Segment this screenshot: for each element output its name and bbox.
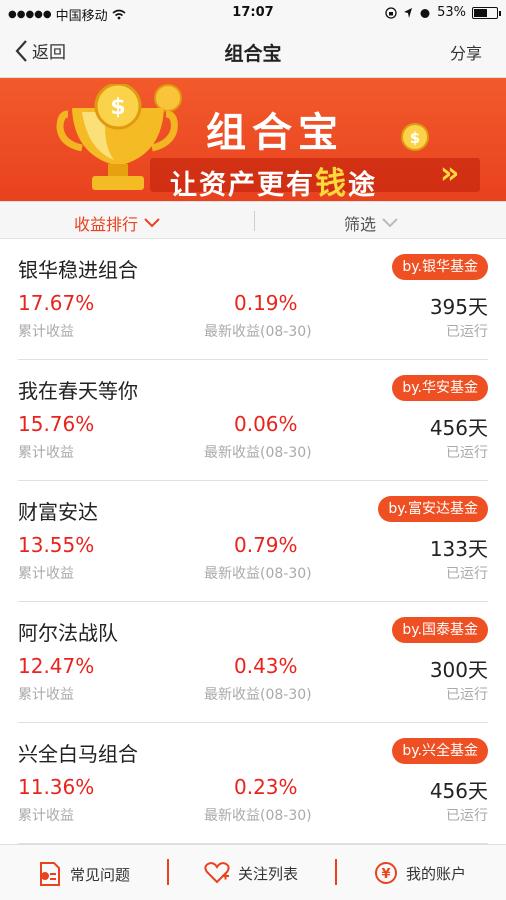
tab-divider xyxy=(167,859,169,885)
latest-label: 最新收益(08-30) xyxy=(204,566,312,582)
svg-text:$: $ xyxy=(110,95,125,120)
running-days: 395天 xyxy=(429,295,488,319)
latest-return: 0.79% xyxy=(234,533,298,557)
slogan-post: 途 xyxy=(348,170,377,201)
filter-bar: 收益排行 筛选 xyxy=(0,201,506,239)
list-item[interactable]: 财富安达 by.富安达基金 13.55% 累计收益 0.79% 最新收益(08-… xyxy=(18,481,488,602)
list-item[interactable]: 兴全白马组合 by.兴全基金 11.36% 累计收益 0.23% 最新收益(08… xyxy=(18,723,488,844)
sort-label: 收益排行 xyxy=(74,215,139,234)
double-arrow-icon: » xyxy=(440,156,460,191)
tab-faq-label: 常见问题 xyxy=(70,865,131,884)
chevron-down-icon xyxy=(144,218,160,228)
latest-label: 最新收益(08-30) xyxy=(204,808,312,824)
cumulative-return: 13.55% xyxy=(18,533,95,557)
page-title: 组合宝 xyxy=(224,43,282,65)
running-days: 300天 xyxy=(429,658,488,682)
slogan-pre: 让资产更有 xyxy=(170,170,315,201)
alarm-icon xyxy=(420,8,430,18)
latest-return: 0.23% xyxy=(234,775,298,799)
cumulative-label: 累计收益 xyxy=(18,687,74,703)
battery-percent: 53% xyxy=(437,5,466,20)
heart-plus-icon xyxy=(204,862,230,884)
filter-divider xyxy=(254,211,255,231)
cumulative-label: 累计收益 xyxy=(18,445,74,461)
status-icons: 53% xyxy=(385,5,501,20)
banner-title: 组合宝 xyxy=(206,110,344,156)
fund-badge: by.国泰基金 xyxy=(392,617,488,643)
tab-account[interactable]: ¥ 我的账户 xyxy=(374,861,466,885)
banner-slogan: 让资产更有钱途 xyxy=(170,158,377,201)
fund-badge: by.兴全基金 xyxy=(392,738,488,764)
bottom-tab-bar: 常见问题 关注列表 ¥ 我的账户 xyxy=(0,844,506,900)
cumulative-return: 12.47% xyxy=(18,654,95,678)
latest-label: 最新收益(08-30) xyxy=(204,687,312,703)
tab-watchlist-label: 关注列表 xyxy=(238,864,299,883)
screen-label: 筛选 xyxy=(344,215,377,234)
cumulative-label: 累计收益 xyxy=(18,808,74,824)
latest-return: 0.43% xyxy=(234,654,298,678)
running-days: 456天 xyxy=(429,779,488,803)
chevron-down-icon xyxy=(382,218,398,228)
portfolio-name: 银华稳进组合 xyxy=(18,258,138,282)
cumulative-label: 累计收益 xyxy=(18,566,74,582)
fund-badge: by.富安达基金 xyxy=(378,496,488,522)
share-button[interactable]: 分享 xyxy=(450,40,482,64)
portfolio-list: 银华稳进组合 by.银华基金 17.67% 累计收益 0.19% 最新收益(08… xyxy=(0,239,506,844)
running-label: 已运行 xyxy=(446,687,488,703)
running-days: 456天 xyxy=(429,416,488,440)
list-item[interactable]: 我在春天等你 by.华安基金 15.76% 累计收益 0.06% 最新收益(08… xyxy=(18,360,488,481)
running-days: 133天 xyxy=(429,537,488,561)
running-label: 已运行 xyxy=(446,808,488,824)
document-question-icon xyxy=(40,862,60,886)
sort-dropdown[interactable]: 收益排行 xyxy=(74,211,160,235)
running-label: 已运行 xyxy=(446,324,488,340)
tab-watchlist[interactable]: 关注列表 xyxy=(204,861,298,885)
status-bar: ●●●●● 中国移动 17:07 53% xyxy=(0,0,506,26)
cumulative-return: 15.76% xyxy=(18,412,95,436)
latest-return: 0.19% xyxy=(234,291,298,315)
portfolio-name: 阿尔法战队 xyxy=(18,621,118,645)
tab-faq[interactable]: 常见问题 xyxy=(38,861,130,887)
running-label: 已运行 xyxy=(446,445,488,461)
screen-dropdown[interactable]: 筛选 xyxy=(344,211,398,235)
latest-label: 最新收益(08-30) xyxy=(204,324,312,340)
coin-icon: $ xyxy=(401,123,429,151)
running-label: 已运行 xyxy=(446,566,488,582)
cumulative-return: 11.36% xyxy=(18,775,95,799)
latest-return: 0.06% xyxy=(234,412,298,436)
yen-coin-icon: ¥ xyxy=(375,862,397,884)
slogan-highlight: 钱 xyxy=(315,166,348,201)
list-item[interactable]: 阿尔法战队 by.国泰基金 12.47% 累计收益 0.43% 最新收益(08-… xyxy=(18,602,488,723)
battery-icon xyxy=(472,6,501,19)
cumulative-return: 17.67% xyxy=(18,291,95,315)
latest-label: 最新收益(08-30) xyxy=(204,445,312,461)
nav-bar: 返回 组合宝 分享 xyxy=(0,26,506,78)
list-item[interactable]: 银华稳进组合 by.银华基金 17.67% 累计收益 0.19% 最新收益(08… xyxy=(18,239,488,360)
svg-text:¥: ¥ xyxy=(381,867,390,882)
tab-account-label: 我的账户 xyxy=(406,864,467,883)
promo-banner[interactable]: $ $ 组合宝 让资产更有钱途 » xyxy=(0,78,506,201)
cumulative-label: 累计收益 xyxy=(18,324,74,340)
location-icon xyxy=(404,7,413,18)
fund-badge: by.银华基金 xyxy=(392,254,488,280)
fund-badge: by.华安基金 xyxy=(392,375,488,401)
tab-divider xyxy=(335,859,337,885)
rotation-lock-icon xyxy=(385,6,397,19)
portfolio-name: 兴全白马组合 xyxy=(18,742,138,766)
portfolio-name: 财富安达 xyxy=(18,500,98,524)
portfolio-name: 我在春天等你 xyxy=(18,379,138,403)
svg-text:$: $ xyxy=(410,129,420,147)
